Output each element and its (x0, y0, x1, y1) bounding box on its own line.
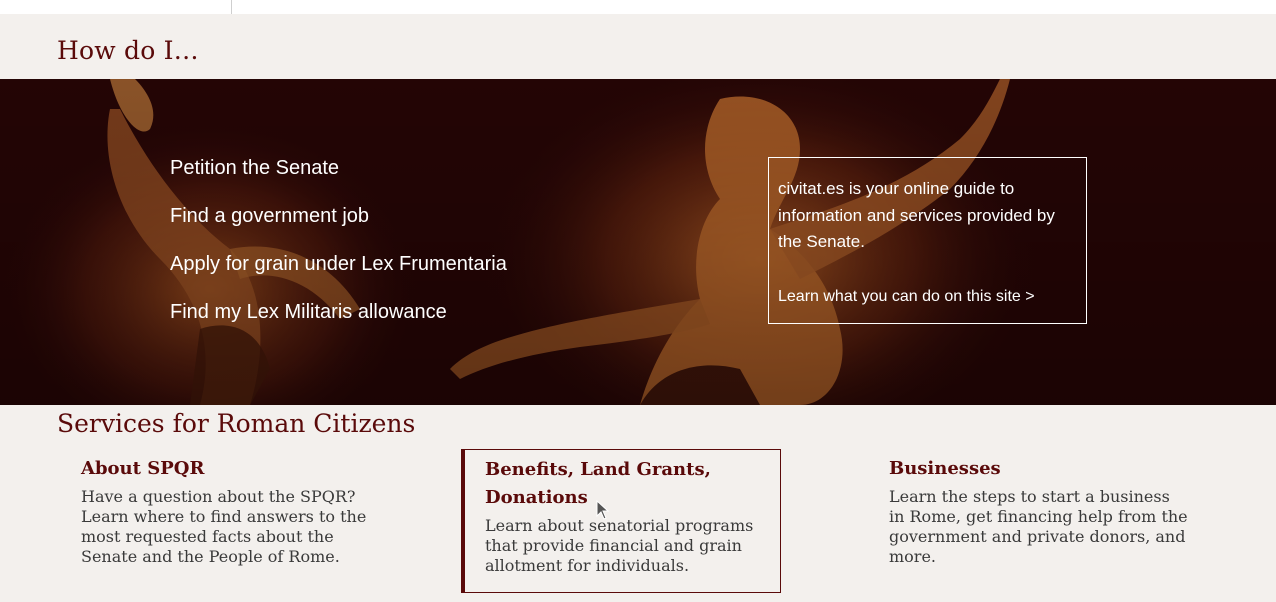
find-government-job-link[interactable]: Find a government job (170, 205, 369, 227)
top-strip (0, 0, 1276, 14)
service-card-businesses: Businesses Learn the steps to start a bu… (889, 455, 1189, 567)
apply-grain-link[interactable]: Apply for grain under Lex Frumentaria (170, 253, 507, 275)
service-card-title: Benefits, Land Grants, Donations (485, 456, 760, 512)
service-card-title: About SPQR (81, 455, 381, 483)
how-do-i-links: Petition the Senate Find a government jo… (170, 157, 507, 349)
about-spqr-link[interactable]: About SPQR (81, 458, 204, 479)
businesses-link[interactable]: Businesses (889, 458, 1001, 479)
how-do-i-link-item: Find my Lex Militaris allowance (170, 301, 507, 349)
how-do-i-link-item: Petition the Senate (170, 157, 507, 205)
learn-more-link[interactable]: Learn what you can do on this site > (778, 288, 1035, 306)
service-card-description: Learn the steps to start a business in R… (889, 487, 1188, 566)
service-card-description: Have a question about the SPQR? Learn wh… (81, 487, 367, 566)
site-info-box: civitat.es is your online guide to infor… (768, 157, 1087, 324)
service-card-description: Learn about senatorial programs that pro… (485, 516, 754, 575)
how-do-i-link-item: Apply for grain under Lex Frumentaria (170, 253, 507, 301)
top-strip-divider (231, 0, 232, 14)
how-do-i-hero: Petition the Senate Find a government jo… (0, 79, 1276, 405)
how-do-i-link-item: Find a government job (170, 205, 507, 253)
lex-militaris-allowance-link[interactable]: Find my Lex Militaris allowance (170, 301, 447, 323)
how-do-i-heading: How do I… (57, 36, 199, 65)
petition-senate-link[interactable]: Petition the Senate (170, 157, 339, 179)
service-card-benefits[interactable]: Benefits, Land Grants, Donations Learn a… (461, 449, 781, 593)
site-info-text: civitat.es is your online guide to infor… (778, 179, 1055, 251)
mouse-pointer-icon (596, 500, 610, 520)
service-card-title: Businesses (889, 455, 1189, 483)
services-heading: Services for Roman Citizens (57, 409, 416, 438)
service-card-about-spqr: About SPQR Have a question about the SPQ… (81, 455, 381, 567)
